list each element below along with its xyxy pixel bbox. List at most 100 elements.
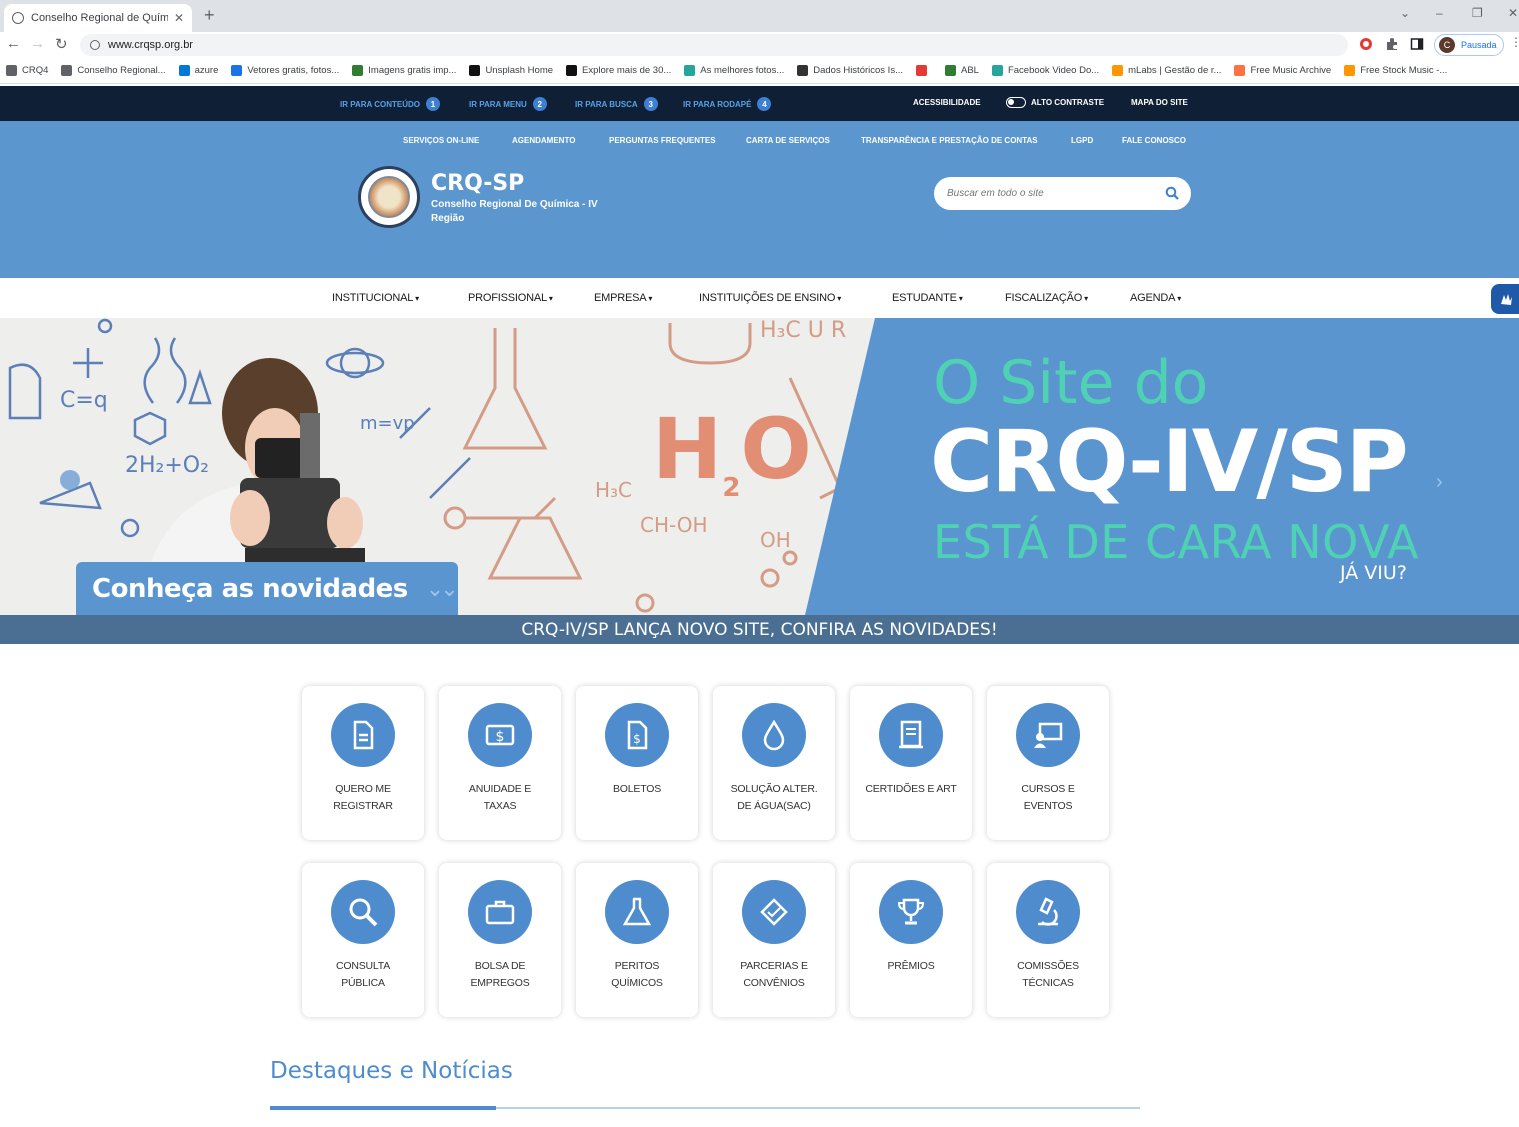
bookmark-item[interactable]: Conselho Regional...	[61, 65, 166, 76]
accessibility-bar: IR PARA CONTEÚDO 1 IR PARA MENU 2 IR PARA …	[0, 86, 1519, 121]
service-nav-faq[interactable]: PERGUNTAS FREQUENTES	[609, 136, 716, 145]
side-panel-icon[interactable]	[1410, 37, 1424, 51]
novidades-button[interactable]: Conheça as novidades ⌄⌄	[76, 562, 459, 615]
bookmark-item[interactable]: Imagens gratis imp...	[352, 65, 456, 76]
carousel-prev-button[interactable]	[60, 470, 80, 490]
nav-empresa[interactable]: EMPRESA	[594, 292, 652, 304]
bookmark-item[interactable]: mLabs | Gestão de r...	[1112, 65, 1221, 76]
bookmark-favicon-icon	[797, 65, 809, 76]
service-tile[interactable]: $ ANUIDADE E TAXAS	[439, 686, 561, 840]
service-tile[interactable]: BOLSA DE EMPREGOS	[439, 863, 561, 1017]
service-tile[interactable]: PARCERIAS E CONVÊNIOS	[713, 863, 835, 1017]
service-tile[interactable]: SOLUÇÃO ALTER. DE ÁGUA(SAC)	[713, 686, 835, 840]
nav-estudante[interactable]: ESTUDANTE	[892, 292, 963, 304]
service-tile[interactable]: PERITOS QUÍMICOS	[576, 863, 698, 1017]
address-bar[interactable]: www.crqsp.org.br	[80, 34, 1348, 56]
bookmark-item[interactable]: ABL	[944, 65, 979, 76]
bookmark-item[interactable]	[915, 65, 932, 76]
service-nav-agendamento[interactable]: AGENDAMENTO	[512, 136, 575, 145]
service-tile-label-line: CERTIDÕES E ART	[865, 783, 957, 795]
service-tile-label-line: PRÊMIOS	[887, 960, 935, 972]
bookmark-item[interactable]: azure	[178, 65, 218, 76]
service-nav-lgpd[interactable]: LGPD	[1071, 136, 1093, 145]
service-tile[interactable]: COMISSÕES TÉCNICAS	[987, 863, 1109, 1017]
service-tile-label-line: QUERO ME	[335, 783, 391, 795]
restore-icon[interactable]: ❐	[1472, 6, 1483, 20]
bookmark-item[interactable]: Dados Históricos Is...	[797, 65, 903, 76]
document-icon	[353, 720, 374, 750]
carousel-next-button[interactable]: ›	[1436, 471, 1443, 494]
extensions-puzzle-icon[interactable]	[1385, 37, 1399, 51]
browser-tab-bar: Conselho Regional de Química - ✕ + ⌄ – ❐…	[0, 0, 1519, 32]
back-icon[interactable]: ←	[6, 35, 21, 52]
service-nav-carta[interactable]: CARTA DE SERVIÇOS	[746, 136, 830, 145]
accessibility-link[interactable]: ACESSIBILIDADE	[913, 98, 981, 107]
water-drop-icon	[763, 719, 785, 751]
skip-to-footer-link[interactable]: IR PARA RODAPÉ 4	[683, 97, 772, 111]
profile-button[interactable]: C Pausada	[1434, 34, 1504, 56]
high-contrast-toggle[interactable]	[1006, 97, 1026, 108]
bookmark-item[interactable]: CRQ4	[6, 65, 48, 76]
service-tile-label-line: TÉCNICAS	[1022, 977, 1074, 989]
service-tile-label: CONSULTA PÚBLICA	[308, 958, 418, 992]
nav-instituicoes-ensino[interactable]: INSTITUIÇÕES DE ENSINO	[699, 292, 841, 304]
nav-fiscalizacao[interactable]: FISCALIZAÇÃO	[1005, 292, 1088, 304]
doodle-formula: 2H₂+O₂	[125, 453, 209, 478]
search-input[interactable]	[947, 188, 1147, 199]
service-nav-online[interactable]: SERVIÇOS ON-LINE	[403, 136, 479, 145]
service-tile-label: PERITOS QUÍMICOS	[582, 958, 692, 992]
certificate-icon	[899, 720, 923, 749]
bookmark-item[interactable]: Explore mais de 30...	[566, 65, 671, 76]
site-info-icon[interactable]	[90, 40, 100, 50]
bookmark-favicon-icon	[231, 65, 243, 76]
search-icon[interactable]	[1165, 186, 1179, 200]
minimize-icon[interactable]: –	[1436, 6, 1443, 20]
service-tile[interactable]: CONSULTA PÚBLICA	[302, 863, 424, 1017]
bookmark-item[interactable]: Facebook Video Do...	[991, 65, 1099, 76]
crq-seal-logo[interactable]	[358, 166, 420, 228]
service-tile[interactable]: CERTIDÕES E ART	[850, 686, 972, 840]
site-brand-name[interactable]: CRQ-SP	[431, 171, 524, 196]
skip-to-content-link[interactable]: IR PARA CONTEÚDO 1	[340, 97, 440, 111]
skip-to-search-link[interactable]: IR PARA BUSCA 3	[575, 97, 658, 111]
hero-caption[interactable]: CRQ-IV/SP LANÇA NOVO SITE, CONFIRA AS NO…	[0, 615, 1519, 644]
bookmark-item[interactable]: As melhores fotos...	[684, 65, 784, 76]
money-icon: $	[485, 724, 515, 746]
service-tile-label-line: CONSULTA	[335, 960, 391, 972]
service-nav-contato[interactable]: FALE CONOSCO	[1122, 136, 1186, 145]
service-tile[interactable]: QUERO ME REGISTRAR	[302, 686, 424, 840]
nav-agenda[interactable]: AGENDA	[1130, 292, 1181, 304]
service-tile-label: CURSOS E EVENTOS	[993, 781, 1103, 815]
browser-tab[interactable]: Conselho Regional de Química - ✕	[4, 4, 192, 32]
hero-line-4: JÁ VIU?	[1340, 562, 1407, 584]
bookmark-label: ABL	[960, 65, 979, 76]
sitemap-link[interactable]: MAPA DO SITE	[1131, 98, 1188, 107]
close-tab-icon[interactable]: ✕	[174, 11, 184, 25]
service-tile[interactable]: PRÊMIOS	[850, 863, 972, 1017]
bookmark-item[interactable]: Unsplash Home	[469, 65, 553, 76]
close-window-icon[interactable]: ✕	[1508, 6, 1518, 20]
nav-profissional[interactable]: PROFISSIONAL	[468, 292, 553, 304]
bookmark-item[interactable]: Free Stock Music -...	[1344, 65, 1447, 76]
skip-to-menu-link[interactable]: IR PARA MENU 2	[469, 97, 547, 111]
bookmark-item[interactable]: Vetores gratis, fotos...	[231, 65, 339, 76]
svg-text:$: $	[496, 729, 505, 745]
service-nav-transparencia[interactable]: TRANSPARÊNCIA E PRESTAÇÃO DE CONTAS	[861, 136, 1038, 145]
service-tile-icon-circle	[331, 880, 395, 944]
bookmarks-bar: CRQ4 Conselho Regional... azure Vetores gra…	[0, 58, 1519, 84]
record-extension-icon[interactable]	[1359, 37, 1373, 51]
menu-icon[interactable]: ⋮	[1510, 35, 1519, 49]
service-tile[interactable]: $ BOLETOS	[576, 686, 698, 840]
new-tab-icon[interactable]: +	[204, 5, 215, 26]
avatar: C	[1439, 37, 1455, 53]
service-tile-label-line: EVENTOS	[1023, 800, 1073, 812]
forward-icon[interactable]: →	[30, 35, 45, 52]
service-tile[interactable]: CURSOS E EVENTOS	[987, 686, 1109, 840]
sign-language-button[interactable]	[1491, 284, 1519, 314]
tab-search-icon[interactable]: ⌄	[1400, 6, 1410, 20]
bookmark-item[interactable]: Free Music Archive	[1234, 65, 1331, 76]
reload-icon[interactable]: ↻	[55, 35, 68, 53]
h2o-illustration-text: H2O	[652, 400, 812, 503]
nav-institucional[interactable]: INSTITUCIONAL	[332, 292, 419, 304]
high-contrast-label: ALTO CONTRASTE	[1031, 98, 1105, 107]
